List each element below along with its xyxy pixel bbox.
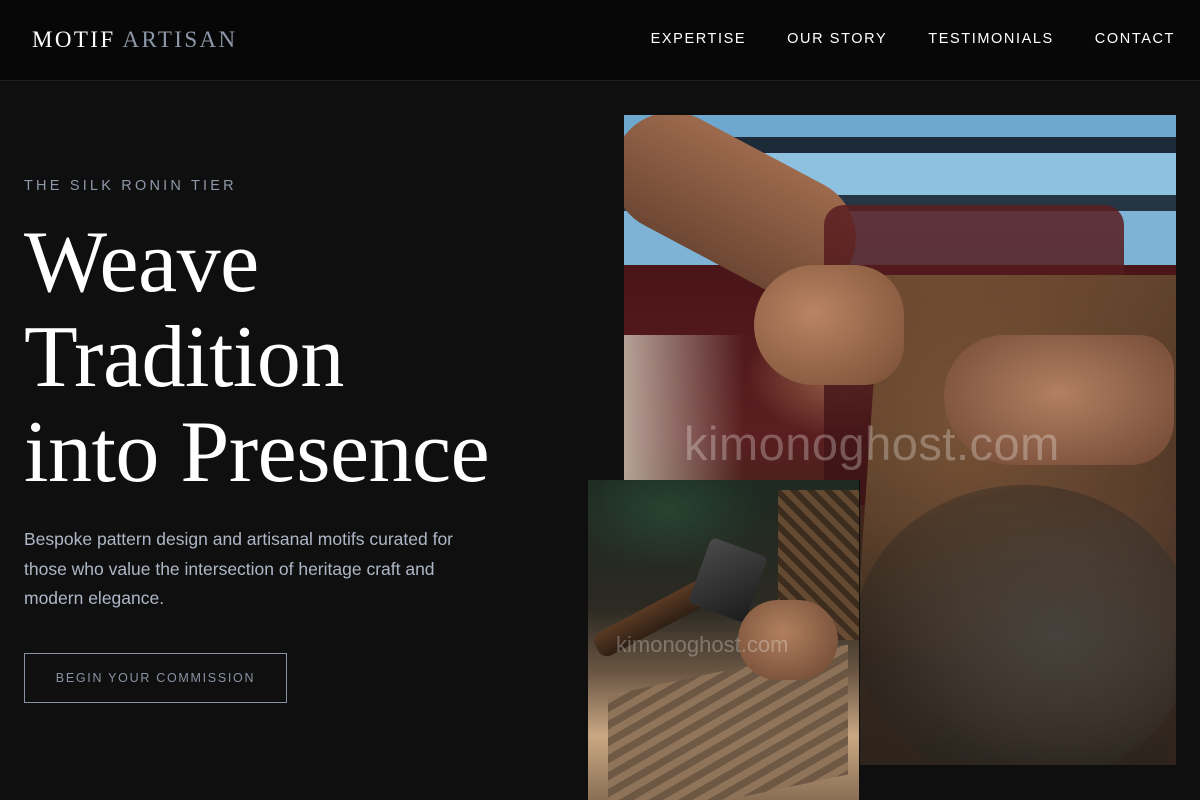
headline-line-2: Tradition xyxy=(24,309,344,406)
main-nav: EXPERTISE OUR STORY TESTIMONIALS CONTACT xyxy=(651,31,1175,47)
headline-line-1: Weave xyxy=(24,214,259,311)
hero-headline: Weave Tradition into Presence xyxy=(24,214,490,501)
site-logo[interactable]: MOTIF ARTISAN xyxy=(32,27,238,53)
headline-line-3: into Presence xyxy=(24,404,490,501)
hero-description: Bespoke pattern design and artisanal mot… xyxy=(24,529,453,608)
nav-link-expertise[interactable]: EXPERTISE xyxy=(651,31,747,47)
begin-commission-button[interactable]: BEGIN YOUR COMMISSION xyxy=(24,653,287,703)
site-header: MOTIF ARTISAN EXPERTISE OUR STORY TESTIM… xyxy=(0,0,1200,81)
hero-eyebrow: THE SILK RONIN TIER xyxy=(24,178,237,194)
nav-link-testimonials[interactable]: TESTIMONIALS xyxy=(928,31,1054,47)
logo-primary-text: MOTIF xyxy=(32,27,116,52)
nav-link-contact[interactable]: CONTACT xyxy=(1095,31,1175,47)
logo-accent-text: ARTISAN xyxy=(122,27,238,52)
woodcarving-photo xyxy=(588,480,860,800)
nav-link-our-story[interactable]: OUR STORY xyxy=(787,31,887,47)
